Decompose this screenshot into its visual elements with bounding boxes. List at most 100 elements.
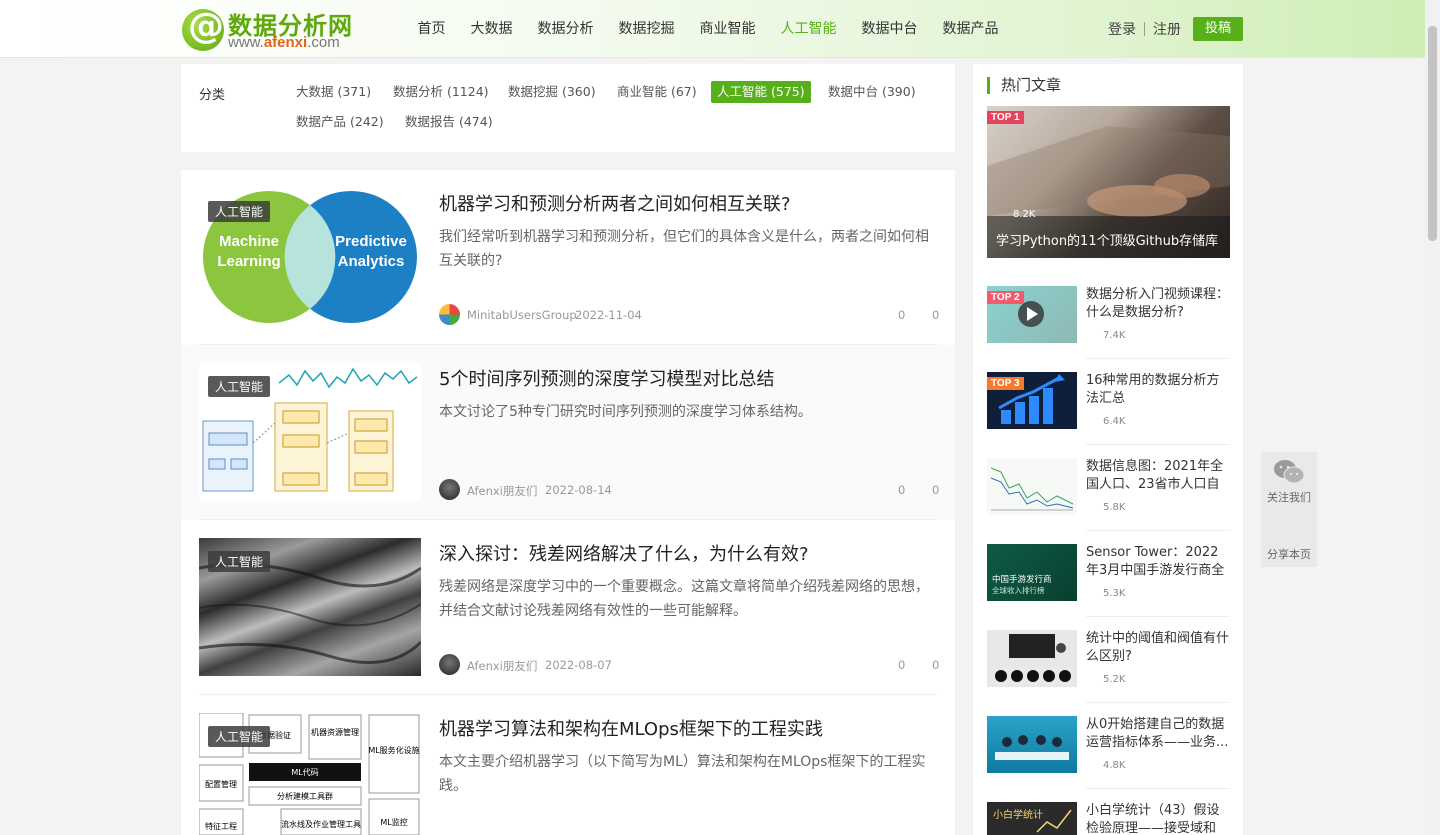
hot-article-item[interactable]: 从0开始搭建自己的数据运营指标体系——业务... 4.8K: [987, 716, 1230, 802]
hot-article-thumbnail[interactable]: 小白学统计: [987, 802, 1077, 835]
mlops-box-label: 分析建模工具群: [277, 791, 333, 801]
population-chart-image: [990, 467, 1074, 511]
category-tag[interactable]: 人工智能: [208, 376, 271, 397]
mlops-box-label: 配置管理: [205, 779, 237, 789]
article-title[interactable]: 5个时间序列预测的深度学习模型对比总结: [439, 365, 774, 391]
rank-badge: TOP 2: [987, 291, 1024, 304]
follow-us-button[interactable]: 关注我们: [1261, 458, 1317, 505]
publish-date: 2022-08-07: [545, 658, 612, 672]
author-avatar[interactable]: [439, 479, 460, 500]
hot-article-thumbnail[interactable]: [987, 630, 1077, 687]
author-name[interactable]: Afenxi朋友们: [467, 658, 537, 674]
hot-article-title[interactable]: 学习Python的11个顶级Github存储库: [996, 230, 1218, 249]
article-title[interactable]: 深入探讨：残差网络解决了什么，为什么有效?: [439, 540, 809, 566]
submit-article-button[interactable]: 投稿: [1193, 17, 1243, 41]
rank-badge: TOP 1: [987, 111, 1024, 124]
wechat-icon: [1274, 460, 1305, 484]
divider: [1086, 444, 1230, 445]
publish-date: 2022-08-14: [545, 483, 612, 497]
article-thumbnail[interactable]: 数据验证 机器资源管理 ML服务化设施 配置管理 ML代码 分析建模工具群 特征…: [199, 713, 421, 835]
site-header: 数据分析网 www.afenxi.com 首页大数据数据分析数据挖掘商业智能人工…: [0, 0, 1440, 58]
category-item[interactable]: 人工智能 (575): [711, 81, 811, 103]
thumb-text: 小白学统计: [993, 808, 1043, 821]
hot-article-item[interactable]: 数据信息图：2021年全国人口、23省市人口自然... 5.8K: [987, 458, 1230, 544]
nav-item[interactable]: 数据产品: [930, 0, 1011, 58]
category-tag[interactable]: 人工智能: [208, 551, 271, 572]
article-title[interactable]: 机器学习和预测分析两者之间如何相互关联?: [439, 190, 791, 216]
nav-item[interactable]: 大数据: [458, 0, 525, 58]
category-item[interactable]: 数据报告 (474): [399, 111, 499, 133]
hot-article-title[interactable]: 统计中的阈值和阀值有什么区别?: [1086, 630, 1230, 666]
article-title[interactable]: 机器学习算法和架构在MLOps框架下的工程实践: [439, 715, 823, 741]
mlops-box-label: ML服务化设施: [368, 745, 419, 755]
category-item[interactable]: 数据挖掘 (360): [502, 81, 602, 103]
hot-article-item[interactable]: TOP 3 16种常用的数据分析方法汇总 6.4K: [987, 372, 1230, 458]
page-scrollbar[interactable]: [1425, 0, 1440, 835]
nav-item[interactable]: 数据分析: [525, 0, 606, 58]
register-link[interactable]: 注册: [1153, 19, 1181, 39]
hot-article-title[interactable]: 数据分析入门视频课程：什么是数据分析?: [1086, 286, 1230, 322]
nav-item[interactable]: 人工智能: [768, 0, 849, 58]
divider: [1086, 358, 1230, 359]
category-item[interactable]: 数据中台 (390): [822, 81, 922, 103]
category-label: 分类: [199, 88, 226, 103]
share-page-label: 分享本页: [1267, 548, 1311, 561]
hot-article-title[interactable]: 16种常用的数据分析方法汇总: [1086, 372, 1230, 408]
follow-us-label: 关注我们: [1267, 491, 1311, 504]
article-item[interactable]: Machine Learning Predictive Analytics 人工…: [181, 170, 955, 345]
hot-article-item[interactable]: 小白学统计 小白学统计（43）假设检验原理——接受域和拒...: [987, 802, 1230, 835]
hot-article-title[interactable]: 小白学统计（43）假设检验原理——接受域和拒...: [1086, 802, 1230, 835]
mlops-box-label: 特征工程: [205, 821, 237, 831]
hot-article-thumbnail[interactable]: 中国手游发行商 全球收入排行榜: [987, 544, 1077, 601]
nav-item[interactable]: 数据中台: [849, 0, 930, 58]
category-tag[interactable]: 人工智能: [208, 726, 271, 747]
hot-article-title[interactable]: 数据信息图：2021年全国人口、23省市人口自然...: [1086, 458, 1230, 494]
article-thumbnail[interactable]: 人工智能: [199, 538, 421, 676]
nav-item[interactable]: 商业智能: [687, 0, 768, 58]
venn-right-line2: Analytics: [338, 253, 405, 270]
scrollbar-thumb[interactable]: [1428, 26, 1437, 241]
game-ranking-image: 中国手游发行商 全球收入排行榜: [992, 574, 1052, 595]
hot-article-thumbnail[interactable]: [987, 458, 1077, 515]
article-item[interactable]: 人工智能 5个时间序列预测的深度学习模型对比总结 本文讨论了5种专门研究时间序列…: [181, 345, 955, 520]
site-logo[interactable]: 数据分析网 www.afenxi.com: [182, 6, 382, 52]
venn-left-line2: Learning: [217, 253, 280, 270]
mlops-box-label: 流水线及作业管理工具: [281, 819, 361, 829]
author-name[interactable]: Afenxi朋友们: [467, 483, 537, 499]
hot-article-title[interactable]: 从0开始搭建自己的数据运营指标体系——业务...: [1086, 716, 1230, 752]
category-filter: 分类 大数据 (371) 数据分析 (1124) 数据挖掘 (360) 商业智能 (6…: [181, 64, 955, 152]
view-count: 5.2K: [1103, 674, 1126, 685]
article-thumbnail[interactable]: Machine Learning Predictive Analytics 人工…: [199, 188, 421, 326]
author-avatar[interactable]: [439, 304, 460, 325]
hot-article-title[interactable]: Sensor Tower：2022年3月中国手游发行商全球...: [1086, 544, 1230, 580]
hot-article-thumbnail[interactable]: TOP 3: [987, 372, 1077, 429]
logo-at-icon: [182, 6, 224, 51]
author-name[interactable]: MinitabUsersGroup: [467, 308, 577, 322]
share-page-button[interactable]: 分享本页: [1261, 546, 1317, 562]
category-item[interactable]: 大数据 (371): [290, 81, 377, 103]
article-thumbnail[interactable]: 人工智能: [199, 363, 421, 501]
publish-date: 2022-11-04: [575, 308, 642, 322]
category-tag[interactable]: 人工智能: [208, 201, 271, 222]
hot-article-thumbnail[interactable]: TOP 2: [987, 286, 1077, 343]
article-item[interactable]: 数据验证 机器资源管理 ML服务化设施 配置管理 ML代码 分析建模工具群 特征…: [181, 695, 955, 835]
category-item[interactable]: 数据分析 (1124): [387, 81, 495, 103]
nav-item[interactable]: 数据挖掘: [606, 0, 687, 58]
hot-article-item[interactable]: 中国手游发行商 全球收入排行榜 Sensor Tower：2022年3月中国手游…: [987, 544, 1230, 630]
author-avatar[interactable]: [439, 654, 460, 675]
nav-item[interactable]: 首页: [405, 0, 458, 58]
article-item[interactable]: 人工智能 深入探讨：残差网络解决了什么，为什么有效? 残差网络是深度学习中的一个…: [181, 520, 955, 695]
view-count: 0: [898, 308, 906, 322]
login-link[interactable]: 登录: [1108, 19, 1136, 39]
mlops-box-label: ML代码: [291, 767, 318, 777]
category-item[interactable]: 商业智能 (67): [611, 81, 703, 103]
hot-article-item[interactable]: TOP 2 数据分析入门视频课程：什么是数据分析? 7.4K: [987, 286, 1230, 372]
hot-article-item[interactable]: 统计中的阈值和阀值有什么区别? 5.2K: [987, 630, 1230, 716]
category-item[interactable]: 数据产品 (242): [290, 111, 390, 133]
article-summary: 本文主要介绍机器学习（以下简写为ML）算法和架构在MLOps框架下的工程实践。: [439, 754, 926, 794]
mlops-box-label: 机器资源管理: [311, 727, 359, 737]
hot-articles-sidebar: 热门文章 TOP 1 8.2K 学习Python的11个顶级Github存储库 …: [973, 64, 1243, 835]
logo-domain-text: www.afenxi.com: [228, 34, 340, 51]
hot-article-thumbnail[interactable]: [987, 716, 1077, 773]
hot-article-featured[interactable]: TOP 1 8.2K 学习Python的11个顶级Github存储库: [987, 106, 1230, 258]
